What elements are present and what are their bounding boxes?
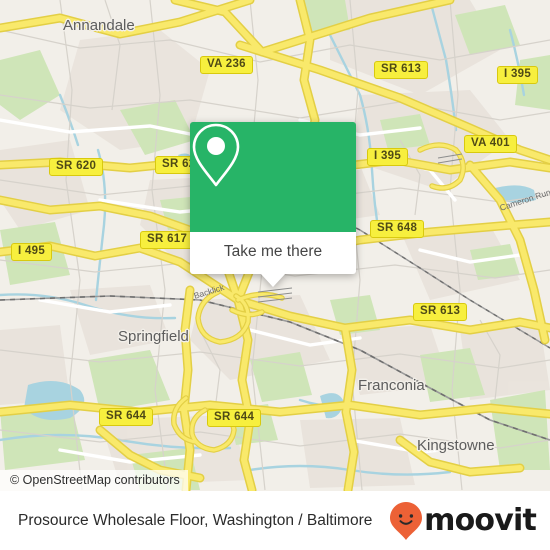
road-shield: I 495 [11,243,53,261]
road-shield: I 395 [367,148,409,166]
road-shield: SR 613 [374,61,429,79]
popup-body: Take me there [190,232,356,274]
map-screenshot: Annandale Springfield Franconia Kingstow… [0,0,550,550]
take-me-there-label[interactable]: Take me there [224,243,322,260]
footer-bar: Prosource Wholesale Floor, Washington / … [0,491,550,550]
popup-header [190,122,356,232]
road-shield: SR 648 [370,220,425,238]
moovit-logo[interactable]: moovit [389,501,537,541]
road-shield: SR 613 [413,303,468,321]
road-shield: I 395 [497,66,539,84]
road-shield: VA 401 [464,135,517,153]
road-shield: SR 644 [207,409,262,427]
map-canvas[interactable]: Annandale Springfield Franconia Kingstow… [0,0,550,491]
moovit-smiley-pin-icon [390,501,423,540]
popup-pointer-tail [260,273,286,287]
road-shield: SR 617 [140,231,195,249]
road-shield: VA 236 [200,56,253,74]
moovit-wordmark: moovit [424,502,537,538]
osm-attribution[interactable]: © OpenStreetMap contributors [0,470,188,491]
location-title: Prosource Wholesale Floor, Washington / … [18,511,373,529]
road-shield: SR 620 [49,158,104,176]
location-popup-card[interactable]: Take me there [190,122,356,287]
map-pin-icon [192,123,240,187]
road-shield: SR 644 [99,408,154,426]
